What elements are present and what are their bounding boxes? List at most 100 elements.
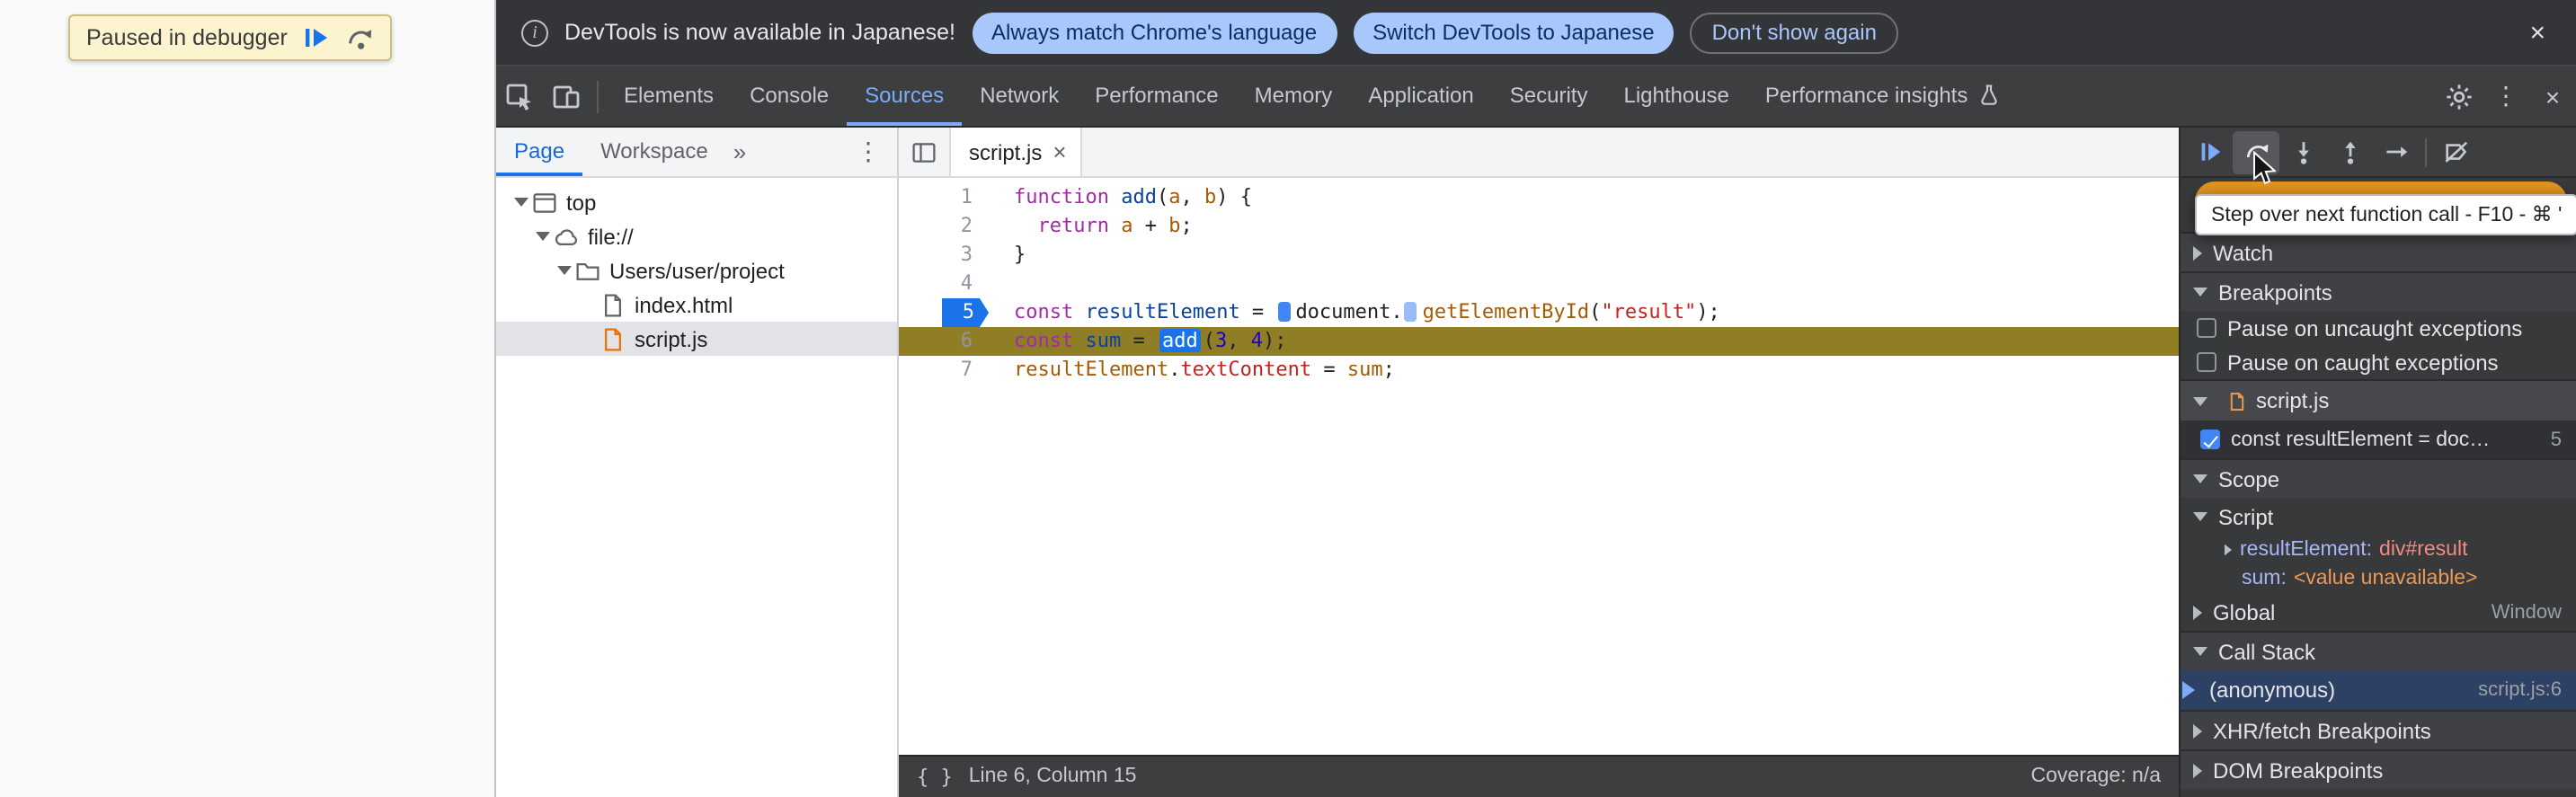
watch-section-header[interactable]: Watch (2181, 232, 2576, 271)
step-button[interactable] (2373, 130, 2420, 173)
pause-caught-checkbox[interactable] (2197, 352, 2216, 372)
pause-uncaught-exceptions-row[interactable]: Pause on uncaught exceptions (2181, 311, 2576, 345)
pretty-print-icon[interactable]: { } (917, 765, 953, 788)
line-number-gutter[interactable]: 1 (899, 183, 989, 212)
line-number-gutter[interactable]: 7 (899, 356, 989, 385)
flask-icon (1980, 84, 1997, 105)
dont-show-again-button[interactable]: Don't show again (1690, 12, 1898, 53)
scope-script-group[interactable]: Script (2181, 498, 2576, 536)
breakpoints-section-header[interactable]: Breakpoints (2181, 271, 2576, 311)
line-number-gutter[interactable]: 6 (899, 327, 989, 356)
panel-tabs: Elements Console Sources Network Perform… (606, 66, 2018, 126)
disclosure-triangle (2225, 544, 2232, 556)
navigator-item-file-protocol[interactable]: file:// (496, 219, 897, 253)
navigator-item-project-folder[interactable]: Users/user/project (496, 253, 897, 288)
inline-breakpoint-marker[interactable] (1404, 302, 1417, 322)
always-match-language-button[interactable]: Always match Chrome's language (972, 12, 1337, 53)
paused-execution-line[interactable]: 6 const sum = add (3, 4); (899, 327, 2179, 356)
tab-performance[interactable]: Performance (1077, 66, 1236, 126)
code-editor[interactable]: 1 function add(a, b) { 2 return a + b; 3… (899, 178, 2179, 754)
devtools-close-icon[interactable]: × (2529, 66, 2576, 126)
breakpoint-marker[interactable]: 5 (942, 298, 989, 327)
resume-button[interactable] (2186, 130, 2233, 173)
breakpoint-line-number: 5 (2550, 429, 2562, 450)
inspect-element-icon[interactable] (496, 66, 543, 126)
pause-caught-exceptions-row[interactable]: Pause on caught exceptions (2181, 345, 2576, 379)
file-icon (600, 326, 626, 351)
tab-workspace[interactable]: Workspace (582, 128, 726, 176)
code-line[interactable]: 2 return a + b; (899, 212, 2179, 241)
navigator-item-script-js[interactable]: script.js (496, 322, 897, 356)
navigator-item-index-html[interactable]: index.html (496, 288, 897, 322)
line-number: 3 (960, 243, 973, 266)
infobar-message: DevTools is now available in Japanese! (564, 20, 955, 45)
toggle-navigator-icon[interactable] (899, 128, 949, 176)
breakpoint-file-group[interactable]: script.js (2181, 379, 2576, 421)
xhr-breakpoints-section-header[interactable]: XHR/fetch Breakpoints (2181, 710, 2576, 749)
code-line[interactable]: 4 (899, 270, 2179, 298)
disclosure-triangle (2193, 647, 2207, 656)
infobar-close-icon[interactable]: × (2520, 17, 2554, 48)
disclosure-triangle (2193, 288, 2207, 297)
scope-var-sum[interactable]: sum: <value unavailable> (2181, 564, 2576, 593)
tab-performance-insights[interactable]: Performance insights (1747, 66, 2018, 126)
code-line[interactable]: 7 resultElement.textContent = sum; (899, 356, 2179, 385)
disclosure-triangle (2193, 605, 2202, 619)
breakpoint-enabled-checkbox[interactable] (2200, 429, 2220, 449)
tab-security[interactable]: Security (1492, 66, 1606, 126)
disclosure-triangle[interactable] (514, 198, 529, 207)
tab-page[interactable]: Page (496, 128, 583, 176)
tab-application[interactable]: Application (1350, 66, 1491, 126)
editor-pane: script.js × 1 function add(a, b) { 2 ret… (899, 128, 2179, 797)
step-out-button[interactable] (2326, 130, 2373, 173)
scope-global-row[interactable]: Global Window (2181, 593, 2576, 631)
inline-breakpoint-marker[interactable] (1277, 302, 1291, 322)
line-number-gutter[interactable]: 2 (899, 212, 989, 241)
line-number: 2 (960, 214, 973, 237)
tab-sources[interactable]: Sources (847, 66, 963, 126)
code-line-with-breakpoint[interactable]: 5 const resultElement = document. getElem… (899, 298, 2179, 327)
tab-close-icon[interactable]: × (1053, 138, 1066, 165)
deactivate-breakpoints-button[interactable] (2432, 130, 2479, 173)
file-icon (2227, 389, 2247, 412)
frame-icon (532, 190, 557, 215)
code-line[interactable]: 1 function add(a, b) { (899, 183, 2179, 212)
call-stack-section-header[interactable]: Call Stack (2181, 631, 2576, 670)
editor-tab-scriptjs[interactable]: script.js × (949, 128, 1083, 176)
resume-script-icon[interactable] (302, 23, 331, 52)
step-into-button[interactable] (2279, 130, 2326, 173)
tab-console[interactable]: Console (732, 66, 847, 126)
navigator-more-icon[interactable]: ⋮ (845, 137, 892, 167)
cloud-icon (554, 224, 579, 249)
more-options-icon[interactable]: ⋮ (2483, 66, 2529, 126)
tab-network[interactable]: Network (962, 66, 1077, 126)
tab-lighthouse[interactable]: Lighthouse (1605, 66, 1746, 126)
next-function-call-highlight[interactable]: add (1159, 329, 1202, 352)
editor-tab-strip: script.js × (899, 128, 2179, 178)
switch-to-japanese-button[interactable]: Switch DevTools to Japanese (1353, 12, 1674, 53)
device-toolbar-icon[interactable] (543, 66, 590, 126)
breakpoint-entry[interactable]: const resultElement = doc… 5 (2181, 421, 2576, 458)
line-number-gutter[interactable]: 5 (899, 298, 989, 327)
disclosure-triangle (2193, 723, 2202, 738)
settings-gear-icon[interactable] (2436, 66, 2483, 126)
disclosure-triangle[interactable] (557, 266, 572, 275)
line-number-gutter[interactable]: 3 (899, 241, 989, 270)
tab-elements[interactable]: Elements (606, 66, 732, 126)
scope-section-header[interactable]: Scope (2181, 458, 2576, 498)
navigator-item-top[interactable]: top (496, 185, 897, 219)
disclosure-triangle[interactable] (536, 232, 550, 241)
code-line[interactable]: 3 } (899, 241, 2179, 270)
call-stack-frame[interactable]: (anonymous) script.js:6 (2181, 670, 2576, 710)
line-number-gutter[interactable]: 4 (899, 270, 989, 298)
paused-in-debugger-banner: Paused in debugger (68, 14, 392, 61)
controls-divider (2425, 137, 2427, 166)
disclosure-triangle (2193, 474, 2207, 483)
tab-overflow-icon[interactable]: » (726, 138, 753, 165)
dom-breakpoints-section-header[interactable]: DOM Breakpoints (2181, 749, 2576, 789)
scope-var-resultelement[interactable]: resultElement: div#result (2181, 536, 2576, 564)
step-over-icon[interactable] (345, 23, 374, 52)
info-icon: i (521, 19, 548, 46)
tab-memory[interactable]: Memory (1237, 66, 1351, 126)
pause-uncaught-checkbox[interactable] (2197, 318, 2216, 338)
